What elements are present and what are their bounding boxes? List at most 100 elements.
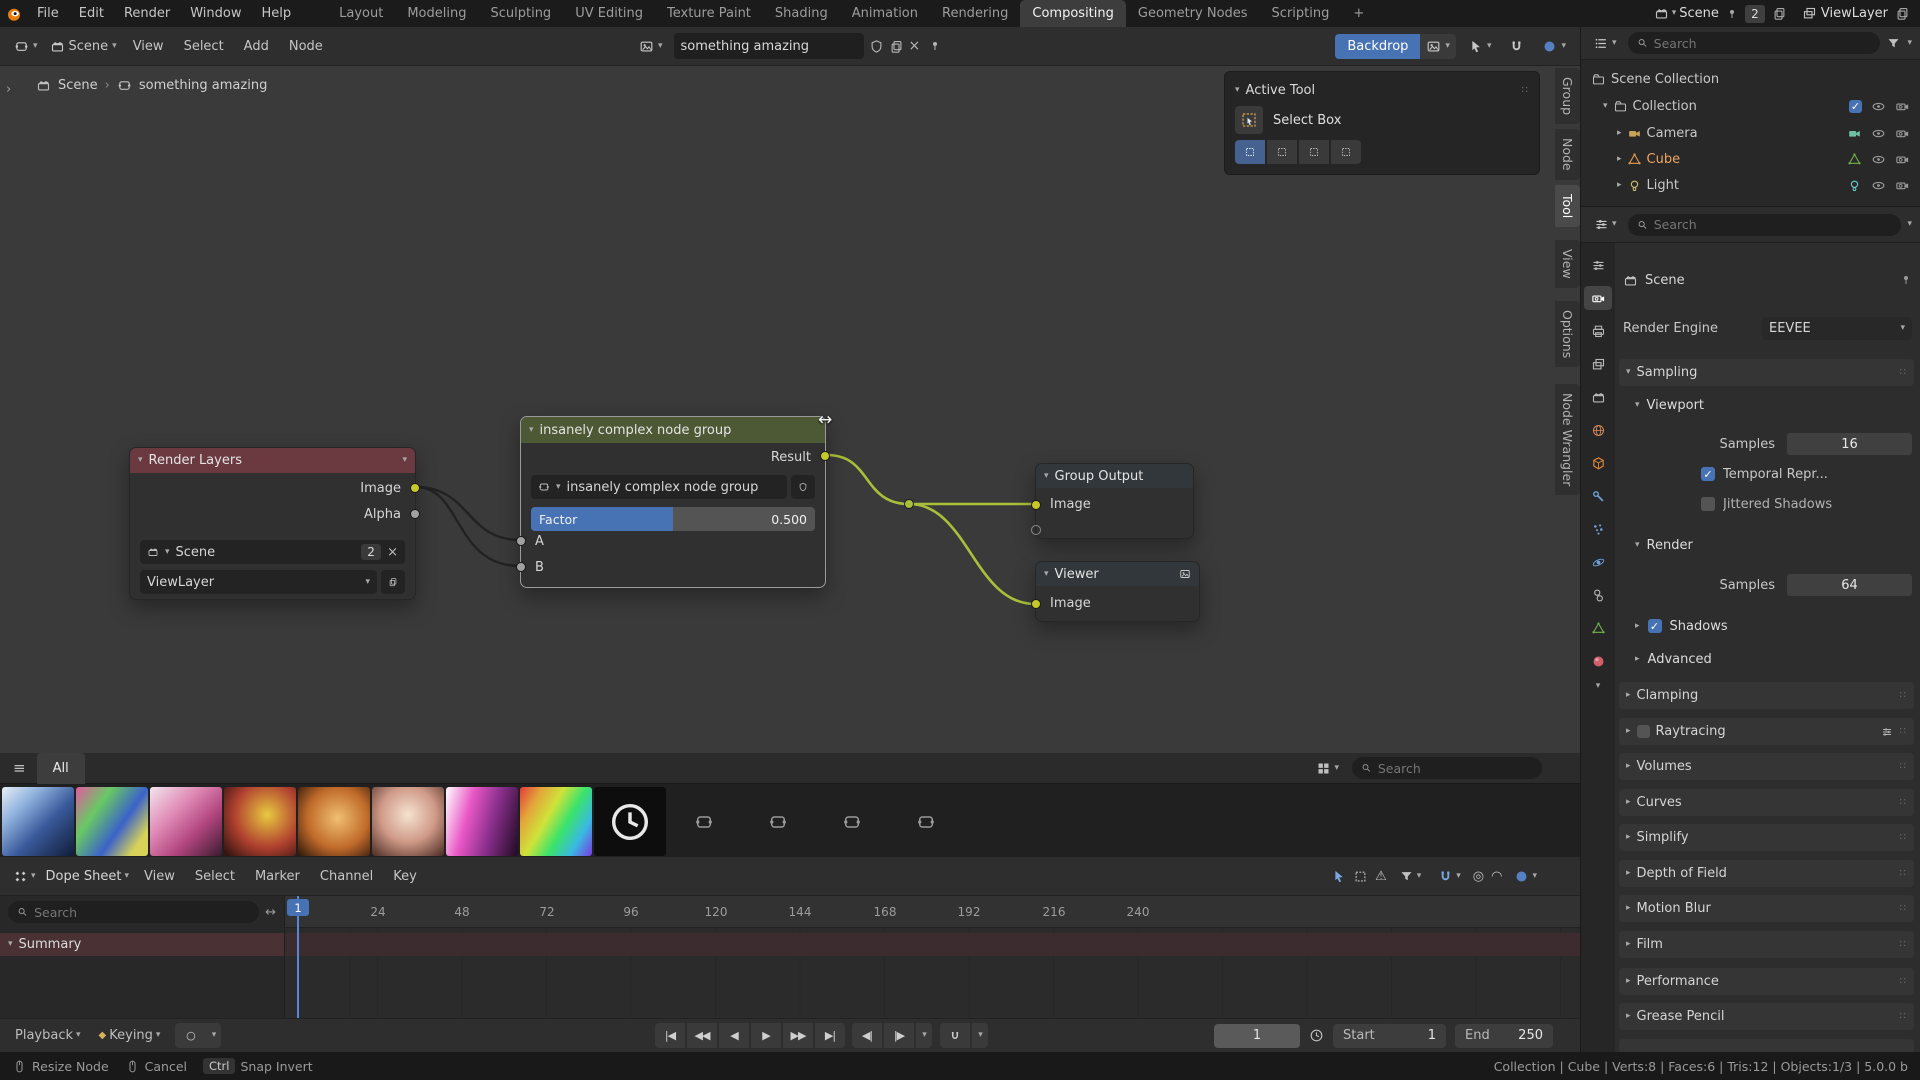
new-viewlayer-button[interactable] bbox=[381, 570, 405, 594]
outliner-row-camera[interactable]: ▸ Camera bbox=[1581, 120, 1920, 146]
shadows-checkbox[interactable]: ✓ bbox=[1648, 619, 1662, 633]
jittered-shadows-checkbox[interactable] bbox=[1701, 497, 1715, 511]
tab-data-properties[interactable] bbox=[1584, 616, 1612, 640]
warning-icon[interactable]: ⚠ bbox=[1375, 869, 1387, 884]
tab-compositing[interactable]: Compositing bbox=[1020, 0, 1126, 27]
socket-virtual-input[interactable] bbox=[1031, 525, 1041, 535]
snap-button[interactable]: ▾ bbox=[1433, 866, 1466, 887]
auto-key-button[interactable]: ○ bbox=[175, 1023, 205, 1048]
filter-tab-all[interactable]: All bbox=[37, 753, 85, 784]
backdrop-toggle[interactable]: Backdrop bbox=[1335, 34, 1420, 59]
toolbar-toggle-icon[interactable]: › bbox=[6, 82, 11, 97]
image-icon[interactable] bbox=[1179, 568, 1191, 580]
select-mode-intersect-button[interactable] bbox=[1331, 140, 1361, 164]
summary-channel[interactable]: ▾ Summary bbox=[0, 933, 284, 956]
raytracing-checkbox[interactable] bbox=[1637, 725, 1650, 738]
proportional-edit-icon[interactable]: ◎ bbox=[1473, 869, 1484, 884]
node-group-output[interactable]: ▾ Group Output Image bbox=[1035, 463, 1194, 539]
outliner-search[interactable] bbox=[1628, 32, 1881, 54]
subpanel-shadows[interactable]: ▸ ✓ Shadows bbox=[1635, 613, 1912, 639]
tab-uv-editing[interactable]: UV Editing bbox=[563, 0, 655, 27]
node-group[interactable]: ▾ insanely complex node group Result ▾ i… bbox=[520, 416, 826, 588]
timeline-area[interactable]: 24 48 72 96 120 144 168 192 216 240 1 bbox=[285, 896, 1580, 1018]
eye-icon[interactable] bbox=[1871, 178, 1886, 193]
node-render-layers-header[interactable]: ▾ Render Layers ▾ bbox=[130, 448, 415, 473]
chevron-down-icon[interactable]: ▾ bbox=[1907, 220, 1912, 229]
node-group-output-header[interactable]: ▾ Group Output bbox=[1036, 464, 1193, 488]
tab-constraint-properties[interactable] bbox=[1584, 583, 1612, 607]
copy-icon[interactable] bbox=[1772, 6, 1787, 21]
unlink-icon[interactable]: × bbox=[909, 38, 921, 54]
nodetree-item[interactable] bbox=[668, 787, 740, 856]
filter-toggle-icon[interactable]: ↔ bbox=[265, 905, 276, 920]
panel-simplify[interactable]: ▸ Simplify ∷ bbox=[1619, 824, 1914, 851]
render-samples-field[interactable]: 64 bbox=[1787, 574, 1912, 596]
outliner-row-collection[interactable]: ▾ Collection ✓ bbox=[1581, 93, 1920, 119]
tab-geometry-nodes[interactable]: Geometry Nodes bbox=[1126, 0, 1260, 27]
tab-group[interactable]: Group bbox=[1555, 68, 1580, 124]
node-viewer-header[interactable]: ▾ Viewer bbox=[1036, 562, 1199, 586]
frame-forward-button[interactable]: |▶ bbox=[884, 1023, 914, 1048]
snapping-toggle[interactable] bbox=[1503, 36, 1530, 57]
editor-type-button[interactable]: ▾ bbox=[8, 866, 41, 887]
camera-visibility-icon[interactable] bbox=[1895, 126, 1910, 141]
properties-search-input[interactable] bbox=[1654, 217, 1893, 232]
snapping-target-button[interactable]: ▾ bbox=[1462, 36, 1498, 57]
group-datablock-selector[interactable]: ▾ insanely complex node group bbox=[531, 475, 787, 499]
menu-window[interactable]: Window bbox=[180, 6, 251, 21]
scene-users-badge[interactable]: 2 bbox=[1745, 5, 1765, 23]
pin-icon[interactable] bbox=[929, 40, 941, 52]
playhead-frame-badge[interactable]: 1 bbox=[287, 899, 309, 916]
tab-rendering[interactable]: Rendering bbox=[930, 0, 1020, 27]
pin-icon[interactable] bbox=[1726, 8, 1738, 20]
jump-to-start-button[interactable]: |◀ bbox=[655, 1023, 685, 1048]
tab-tool-properties[interactable] bbox=[1584, 253, 1612, 277]
editor-type-button[interactable]: ▾ bbox=[8, 36, 44, 57]
panel-partial[interactable] bbox=[1619, 1039, 1914, 1052]
breadcrumb-scene[interactable]: Scene bbox=[1645, 273, 1685, 288]
node-editor[interactable]: › Scene › something amazing ▾ Render Lay… bbox=[0, 66, 1580, 753]
overlay-button[interactable]: ▾ bbox=[1509, 866, 1542, 887]
tab-node-wrangler[interactable]: Node Wrangler bbox=[1555, 384, 1580, 495]
funnel-icon[interactable] bbox=[1886, 36, 1901, 51]
step-options-button[interactable]: ▾ bbox=[916, 1023, 932, 1048]
camera-visibility-icon[interactable] bbox=[1895, 152, 1910, 167]
tab-render-properties[interactable] bbox=[1584, 286, 1612, 310]
tab-layout[interactable]: Layout bbox=[327, 0, 395, 27]
select-mode-extend-button[interactable] bbox=[1267, 140, 1297, 164]
image-thumbnail[interactable] bbox=[446, 787, 518, 856]
prev-keyframe-button[interactable]: ◀◀ bbox=[687, 1023, 717, 1048]
collection-checkbox[interactable]: ✓ bbox=[1849, 100, 1862, 113]
add-workspace-button[interactable]: + bbox=[1341, 0, 1376, 27]
node-scene-selector[interactable]: ▾ Scene 2 × bbox=[140, 540, 405, 564]
unlink-icon[interactable]: × bbox=[387, 545, 398, 560]
eye-icon[interactable] bbox=[1871, 126, 1886, 141]
collapse-icon[interactable]: ▾ bbox=[1235, 86, 1240, 95]
menu-file[interactable]: File bbox=[27, 6, 69, 21]
channel-search[interactable] bbox=[8, 901, 259, 923]
eye-icon[interactable] bbox=[1871, 99, 1886, 114]
panel-sampling[interactable]: ▾ Sampling ∷ bbox=[1619, 359, 1914, 386]
play-button[interactable]: ▶ bbox=[751, 1023, 781, 1048]
eye-icon[interactable] bbox=[1871, 152, 1886, 167]
menu-channel[interactable]: Channel bbox=[310, 869, 383, 884]
menu-help[interactable]: Help bbox=[252, 6, 302, 21]
expand-icon[interactable]: ▸ bbox=[1617, 181, 1622, 190]
blender-logo[interactable] bbox=[0, 5, 27, 23]
breadcrumb-scene[interactable]: Scene bbox=[58, 78, 98, 93]
menu-render[interactable]: Render bbox=[114, 6, 180, 21]
panel-volumes[interactable]: ▸ Volumes ∷ bbox=[1619, 753, 1914, 780]
frame-range-icon[interactable] bbox=[1353, 869, 1368, 884]
node-viewer[interactable]: ▾ Viewer Image bbox=[1035, 561, 1200, 622]
active-tool-current[interactable]: Select Box bbox=[1235, 102, 1529, 138]
falloff-icon[interactable]: ◠ bbox=[1491, 869, 1502, 884]
menu-view[interactable]: View bbox=[123, 39, 174, 54]
channel-search-input[interactable] bbox=[34, 905, 250, 920]
frame-start-field[interactable]: Start 1 bbox=[1333, 1024, 1446, 1048]
node-viewlayer-dropdown[interactable]: ViewLayer ▾ bbox=[140, 570, 377, 594]
compositor-scene-select[interactable]: Scene ▾ bbox=[44, 36, 123, 57]
breadcrumb-group[interactable]: something amazing bbox=[139, 78, 267, 93]
socket-image-input[interactable] bbox=[1031, 599, 1041, 609]
tab-sculpting[interactable]: Sculpting bbox=[478, 0, 563, 27]
temporal-reprojection-checkbox[interactable]: ✓ bbox=[1701, 467, 1715, 481]
